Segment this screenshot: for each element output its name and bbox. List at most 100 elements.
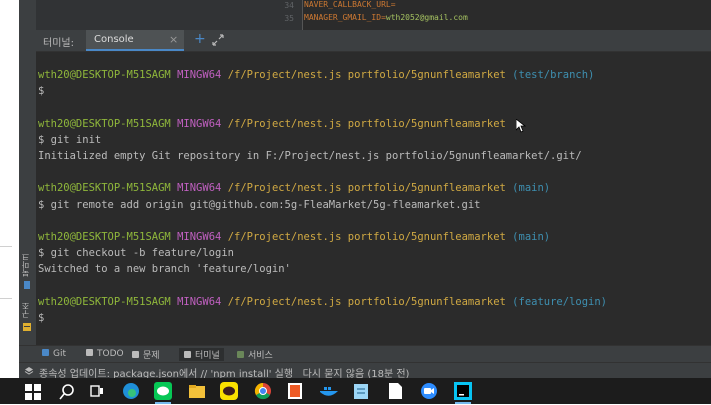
services-icon — [237, 351, 244, 358]
line-number: 35 — [284, 14, 294, 23]
terminal-text-line: Switched to a new branch 'feature/login' — [38, 263, 291, 276]
terminal-icon — [184, 351, 191, 358]
tab-console[interactable]: Console × — [86, 30, 184, 51]
tab-problems[interactable]: 문제 — [131, 348, 160, 361]
search-icon — [59, 384, 74, 400]
tab-label: 문제 — [143, 351, 160, 361]
prompt-host: MINGW64 — [177, 295, 222, 308]
tab-label: 서비스 — [248, 351, 273, 361]
edge-icon — [123, 383, 139, 399]
taskbar-file-explorer-button[interactable] — [186, 381, 208, 401]
left-tool-strip: 북마크 구조 — [19, 0, 37, 345]
prompt-path: /f/Project/nest.js portfolio/5gnunfleama… — [227, 69, 506, 81]
file-explorer-icon — [189, 385, 205, 398]
prompt-branch: (test/branch) — [512, 69, 595, 81]
structure-tab[interactable]: 구조 — [20, 300, 34, 320]
terminal-header: 터미널: Console × + — [36, 30, 711, 52]
taskbar-postman-button[interactable] — [284, 381, 306, 401]
prompt-branch: (main) — [512, 182, 551, 195]
prompt-user: wth20@DESKTOP-M51SAGM — [38, 117, 171, 130]
taskbar-document-button[interactable] — [384, 381, 406, 401]
zoom-icon — [421, 383, 437, 399]
taskbar-kakaotalk-button[interactable] — [218, 381, 240, 401]
terminal-prompt-line: wth20@DESKTOP-M51SAGM MINGW64 /f/Project… — [38, 295, 607, 309]
prompt-user: wth20@DESKTOP-M51SAGM — [38, 231, 171, 243]
prompt-path: /f/Project/nest.js portfolio/5gnunfleama… — [227, 117, 506, 130]
expand-icon[interactable] — [212, 34, 224, 46]
notepad-icon — [354, 384, 368, 399]
tab-label: Git — [53, 349, 67, 359]
terminal-text-line: $ git init — [38, 133, 102, 146]
prompt-path: /f/Project/nest.js portfolio/5gnunfleama… — [227, 231, 506, 243]
taskbar-webstorm-button[interactable] — [452, 381, 474, 404]
tab-services[interactable]: 서비스 — [236, 348, 273, 361]
prompt-branch: (feature/login) — [512, 295, 607, 308]
taskbar-docker-button[interactable] — [318, 381, 340, 401]
taskbar-notepad-button[interactable] — [350, 381, 372, 401]
document-icon — [389, 383, 402, 399]
left-margin — [0, 0, 19, 378]
close-icon[interactable]: × — [169, 33, 178, 46]
terminal-prompt-line: wth20@DESKTOP-M51SAGM MINGW64 /f/Project… — [38, 230, 550, 244]
line-number: 34 — [284, 1, 294, 10]
line-gutter: 34 35 — [256, 0, 303, 30]
tab-git-branch[interactable]: Git — [41, 348, 66, 361]
mouse-cursor-icon — [516, 119, 526, 133]
tab-label: TODO — [97, 349, 124, 359]
divider — [0, 298, 12, 299]
terminal-text-line: $ git remote add origin git@github.com:5… — [38, 198, 481, 211]
line-icon — [154, 382, 172, 400]
prompt-user: wth20@DESKTOP-M51SAGM — [38, 295, 171, 308]
chrome-icon — [254, 382, 271, 400]
prompt-path: /f/Project/nest.js portfolio/5gnunfleama… — [227, 182, 506, 195]
layers-icon — [24, 367, 34, 375]
prompt-host: MINGW64 — [177, 69, 222, 81]
structure-icon — [23, 323, 31, 331]
problems-icon — [132, 351, 139, 358]
taskbar-windows-start-button[interactable] — [22, 381, 44, 401]
taskbar-search-button[interactable] — [56, 381, 78, 401]
terminal-prompt-line: wth20@DESKTOP-M51SAGM MINGW64 /f/Project… — [38, 68, 594, 82]
docker-icon — [320, 387, 338, 396]
bookmark-icon — [24, 281, 30, 289]
terminal-text-line: $ — [38, 85, 45, 98]
prompt-host: MINGW64 — [177, 231, 222, 243]
project-panel — [36, 0, 256, 30]
taskbar-zoom-button[interactable] — [418, 381, 440, 401]
prompt-path: /f/Project/nest.js portfolio/5gnunfleama… — [227, 295, 506, 308]
env-value: wth2052@gmail.com — [385, 13, 468, 22]
tab-terminal[interactable]: 터미널 — [179, 348, 224, 361]
editor-pane: 34 35 NAVER_CALLBACK_URL= MANAGER_GMAIL_… — [36, 0, 711, 30]
prompt-user: wth20@DESKTOP-M51SAGM — [38, 182, 171, 195]
tab-todo-list[interactable]: TODO — [85, 348, 124, 361]
terminal-prompt-line: wth20@DESKTOP-M51SAGM MINGW64 /f/Project… — [38, 181, 550, 195]
terminal-text-line: $ git checkout -b feature/login — [38, 247, 234, 260]
task-view-icon — [90, 385, 103, 397]
taskbar-edge-button[interactable] — [120, 381, 142, 401]
env-key: NAVER_CALLBACK_URL — [304, 0, 391, 9]
env-key: MANAGER_GMAIL_ID — [304, 13, 382, 22]
terminal-output[interactable]: wth20@DESKTOP-M51SAGM MINGW64 /f/Project… — [36, 52, 711, 345]
code-line[interactable]: NAVER_CALLBACK_URL= — [304, 0, 396, 9]
code-line[interactable]: MANAGER_GMAIL_ID=wth2052@gmail.com — [304, 13, 468, 22]
taskbar-line-button[interactable] — [152, 381, 174, 404]
windows-taskbar — [0, 378, 711, 404]
prompt-user: wth20@DESKTOP-M51SAGM — [38, 69, 171, 81]
kakaotalk-icon — [220, 382, 238, 400]
terminal-text-line: Initialized empty Git repository in F:/P… — [38, 150, 582, 162]
terminal-prompt-line: wth20@DESKTOP-M51SAGM MINGW64 /f/Project… — [38, 117, 506, 131]
git-branch-icon — [42, 349, 49, 356]
taskbar-chrome-button[interactable] — [252, 381, 274, 401]
prompt-branch: (main) — [512, 231, 551, 243]
terminal-text-line: $ — [38, 312, 45, 324]
add-tab-button[interactable]: + — [194, 31, 206, 47]
bookmarks-tab[interactable]: 북마크 — [20, 250, 34, 280]
todo-list-icon — [86, 349, 93, 356]
tab-label: Console — [94, 34, 134, 45]
webstorm-icon — [454, 382, 472, 400]
postman-icon — [288, 383, 302, 399]
bottom-tool-tabs: Git TODO 문제 터미널 서비스 — [19, 345, 711, 363]
taskbar-task-view-button[interactable] — [86, 381, 108, 401]
status-bar: 종속성 업데이트: package.json에서 // 'npm install… — [19, 362, 711, 380]
prompt-host: MINGW64 — [177, 182, 222, 195]
